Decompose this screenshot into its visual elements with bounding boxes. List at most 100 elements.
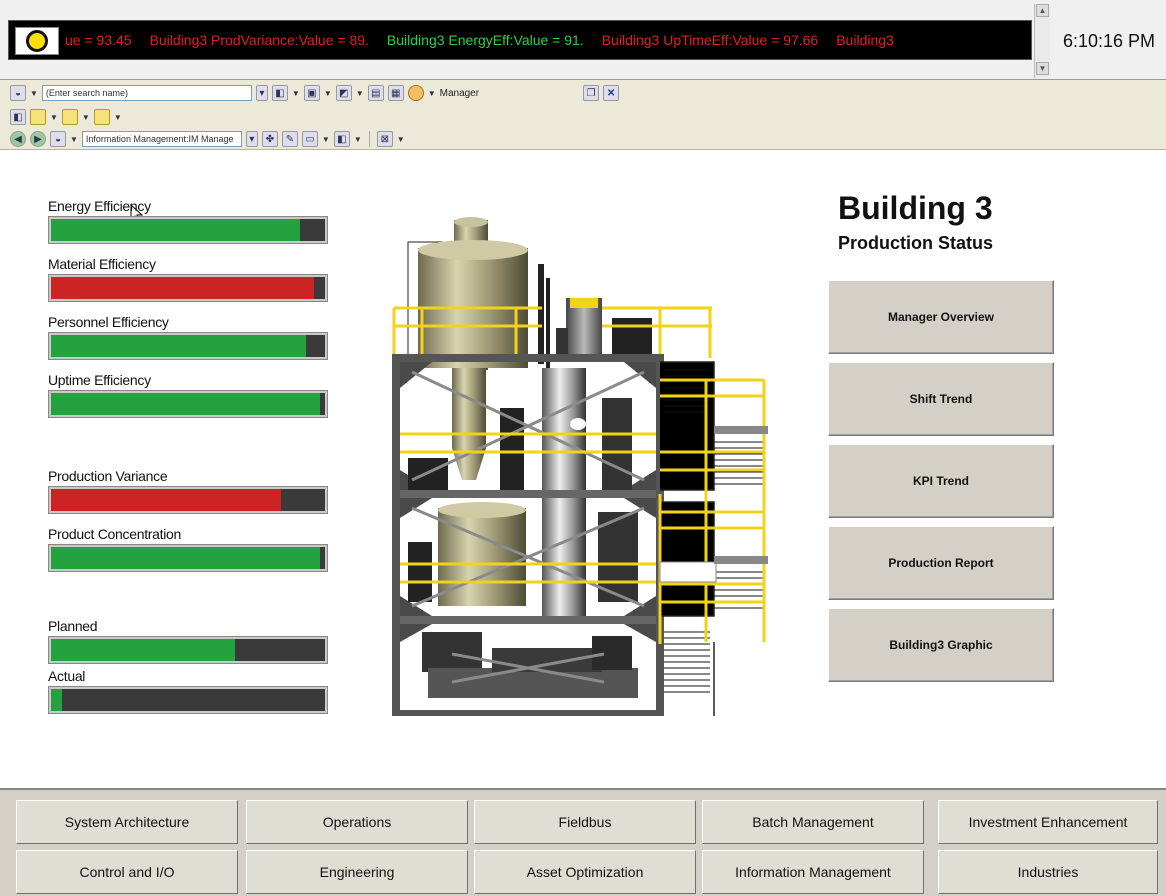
nav-operations[interactable]: Operations	[246, 800, 468, 844]
workplace-icon[interactable]: ✤	[261, 131, 278, 147]
chevron-down-icon[interactable]: ▼	[322, 135, 330, 144]
nav-fieldbus[interactable]: Fieldbus	[474, 800, 696, 844]
ticker-item: Building3 EnergyEff:Value = 91.	[386, 32, 584, 48]
ticker-item: Building3	[836, 32, 894, 48]
scroll-up-icon[interactable]: ▲	[1036, 4, 1049, 17]
kpi-bar-fill	[51, 277, 314, 299]
user-icon[interactable]	[407, 85, 424, 101]
clock: 6:10:16 PM	[1062, 31, 1156, 51]
nav-investment-enhancement[interactable]: Investment Enhancement	[938, 800, 1158, 844]
locate-icon[interactable]: ◧	[333, 131, 350, 147]
kpi-bar-track	[48, 486, 328, 514]
search-input[interactable]: (Enter search name)	[41, 85, 252, 101]
search-placeholder: (Enter search name)	[45, 88, 128, 98]
grid-icon[interactable]: ▦	[387, 85, 404, 101]
shift-trend-button[interactable]: Shift Trend	[828, 362, 1054, 436]
kpi-bar-fill	[51, 393, 320, 415]
dropdown-icon[interactable]: ▾	[255, 85, 268, 101]
kpi-bar-track	[48, 390, 328, 418]
nav-information-management[interactable]: Information Management	[702, 850, 924, 894]
back-icon[interactable]: ◀	[10, 131, 26, 147]
kpi-production-variance[interactable]: Production Variance	[48, 468, 328, 514]
kpi-bar-fill	[51, 219, 301, 241]
folder-icon[interactable]	[93, 109, 110, 125]
path-input[interactable]: Information Management:IM Manage	[81, 131, 242, 147]
scroll-down-icon[interactable]: ▼	[1036, 62, 1049, 75]
chevron-down-icon[interactable]: ▼	[428, 89, 436, 98]
kpi-bar-track	[48, 686, 328, 714]
kpi-bar-track	[48, 216, 328, 244]
kpi-uptime-efficiency[interactable]: Uptime Efficiency	[48, 372, 328, 418]
user-role-label: Manager	[439, 87, 480, 99]
chevron-down-icon[interactable]: ▼	[292, 89, 300, 98]
nav-system-architecture[interactable]: System Architecture	[16, 800, 238, 844]
kpi-energy-efficiency[interactable]: Energy Efficiency	[48, 198, 328, 244]
nav-asset-optimization[interactable]: Asset Optimization	[474, 850, 696, 894]
status-light-icon[interactable]	[15, 27, 59, 55]
window-icon[interactable]: ▭	[301, 131, 318, 147]
kpi-label: Uptime Efficiency	[48, 372, 151, 388]
forward-icon[interactable]: ▶	[30, 131, 46, 147]
cancel-icon[interactable]: ⊠	[376, 131, 393, 147]
chevron-down-icon[interactable]: ▼	[356, 89, 364, 98]
chevron-down-icon[interactable]: ▼	[50, 113, 58, 122]
ticker-item: ue = 93.45	[65, 32, 132, 48]
close-icon[interactable]: ✕	[603, 85, 620, 101]
chevron-down-icon[interactable]: ▼	[82, 113, 90, 122]
object-browser-icon[interactable]: ◒	[10, 85, 26, 101]
nav-batch-management[interactable]: Batch Management	[702, 800, 924, 844]
chevron-down-icon[interactable]: ▼	[354, 135, 362, 144]
chevron-down-icon[interactable]: ▼	[30, 89, 38, 98]
kpi-actual[interactable]: Actual	[48, 668, 328, 714]
page-subtitle: Production Status	[838, 233, 994, 253]
building-graphic[interactable]	[392, 212, 772, 716]
pin-icon[interactable]: ✎	[281, 131, 298, 147]
building3-graphic-button[interactable]: Building3 Graphic	[828, 608, 1054, 682]
chevron-down-icon[interactable]: ▼	[397, 135, 405, 144]
table-icon[interactable]: ▤	[367, 85, 384, 101]
chevron-down-icon[interactable]: ▼	[324, 89, 332, 98]
kpi-label: Planned	[48, 618, 98, 634]
toolbar-row-1: ◒ ▼ (Enter search name) ▾ ◧ ▼ ▣ ▼ ◩ ▼ ▤ ▦ ▼ …	[0, 82, 620, 104]
locate-icon[interactable]: ◧	[10, 109, 26, 125]
locate-icon[interactable]: ◧	[271, 85, 288, 101]
properties-icon[interactable]: ▣	[303, 85, 320, 101]
ticker-scrollbar[interactable]: ▲ ▼	[1034, 4, 1050, 78]
folder-icon[interactable]	[61, 109, 78, 125]
kpi-trend-button[interactable]: KPI Trend	[828, 444, 1054, 518]
toolbar-row-3: ◀ ▶ ◒ ▼ Information Management:IM Manage …	[0, 128, 405, 150]
restore-window-icon[interactable]: ❐	[583, 85, 600, 101]
production-report-button[interactable]: Production Report	[828, 526, 1054, 600]
chevron-down-icon[interactable]: ▼	[70, 135, 78, 144]
kpi-product-concentration[interactable]: Product Concentration	[48, 526, 328, 572]
ticker-bar: ue = 93.45 Building3 ProdVariance:Value =…	[0, 0, 1166, 80]
kpi-bar-fill	[51, 335, 306, 357]
kpi-personnel-efficiency[interactable]: Personnel Efficiency	[48, 314, 328, 360]
alarm-ticker[interactable]: ue = 93.45 Building3 ProdVariance:Value =…	[8, 20, 1032, 60]
kpi-material-efficiency[interactable]: Material Efficiency	[48, 256, 328, 302]
folder-icon[interactable]	[30, 109, 46, 125]
kpi-label: Product Concentration	[48, 526, 182, 542]
kpi-bar-fill	[51, 547, 320, 569]
nav-control-and-i-o[interactable]: Control and I/O	[16, 850, 238, 894]
kpi-label: Energy Efficiency	[48, 198, 151, 214]
toolbar-area: ◒ ▼ (Enter search name) ▾ ◧ ▼ ▣ ▼ ◩ ▼ ▤ ▦ ▼ …	[0, 80, 1166, 224]
nav-engineering[interactable]: Engineering	[246, 850, 468, 894]
page-title: Building 3	[838, 190, 993, 226]
kpi-bar-fill	[51, 489, 282, 511]
kpi-label: Material Efficiency	[48, 256, 156, 272]
kpi-planned[interactable]: Planned	[48, 618, 328, 664]
kpi-bar-fill	[51, 689, 62, 711]
manager-overview-button[interactable]: Manager Overview	[828, 280, 1054, 354]
bottom-nav: System Architecture Operations Fieldbus Bat…	[0, 788, 1166, 896]
kpi-bar-track	[48, 636, 328, 664]
nav-industries[interactable]: Industries	[938, 850, 1158, 894]
app-window: ue = 93.45 Building3 ProdVariance:Value =…	[0, 0, 1166, 896]
chart-icon[interactable]: ◩	[335, 85, 352, 101]
chevron-down-icon[interactable]: ▼	[114, 113, 122, 122]
dropdown-icon[interactable]: ▾	[245, 131, 258, 147]
kpi-bar-track	[48, 332, 328, 360]
object-browser-icon[interactable]: ◒	[50, 131, 66, 147]
ticker-text: ue = 93.45 Building3 ProdVariance:Value =…	[65, 32, 912, 48]
kpi-bar-fill	[51, 639, 235, 661]
